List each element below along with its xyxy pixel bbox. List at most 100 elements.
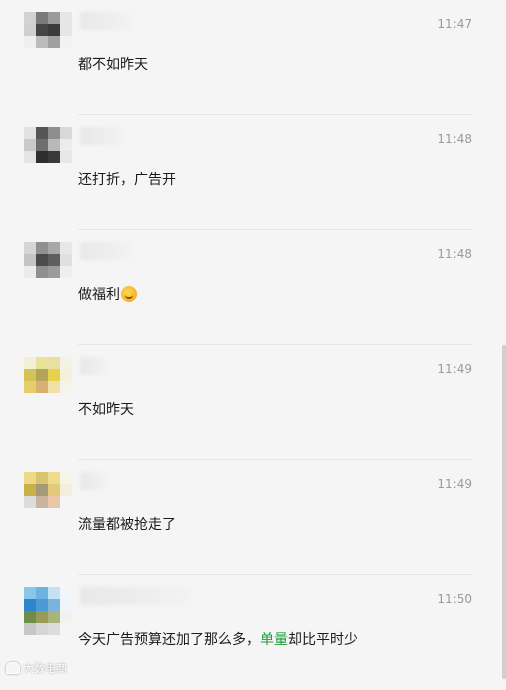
avatar-mosaic-cell [36,472,48,484]
avatar-mosaic-cell [24,48,36,60]
avatar-mosaic-cell [24,623,36,635]
message-time: 11:48 [437,247,472,261]
avatar-mosaic-cell [60,48,72,60]
avatar-mosaic-cell [36,393,48,405]
avatar-mosaic-cell [60,127,72,139]
avatar-mosaic-cell [60,484,72,496]
avatar-mosaic-cell [60,623,72,635]
avatar-mosaic-cell [24,278,36,290]
avatar-mosaic-cell [48,12,60,24]
avatar-mosaic-cell [60,508,72,520]
avatar-mosaic-cell [36,611,48,623]
chat-message: 11:48 还打折，广告开 [0,115,506,230]
avatar-mosaic-cell [48,472,60,484]
avatar-mosaic-cell [36,496,48,508]
message-text: 流量都被抢走了 [78,517,176,533]
weibo-icon [6,662,20,674]
avatar-mosaic-cell [36,508,48,520]
avatar-mosaic-cell [24,242,36,254]
sender-name-blurred [80,242,132,260]
avatar-mosaic-cell [48,266,60,278]
avatar[interactable] [24,242,72,290]
avatar-mosaic-cell [48,127,60,139]
sender-name-blurred [80,357,108,375]
chat-message: 11:50 今天广告预算还加了那么多，单量却比平时少 [0,575,506,690]
avatar-mosaic-cell [36,369,48,381]
avatar-mosaic-cell [24,599,36,611]
chat-message: 11:49 不如昨天 [0,345,506,460]
avatar-mosaic-cell [60,242,72,254]
avatar-mosaic-cell [48,36,60,48]
avatar-mosaic-cell [36,12,48,24]
avatar-mosaic-cell [60,254,72,266]
avatar-mosaic-cell [48,151,60,163]
avatar-mosaic-cell [24,254,36,266]
avatar[interactable] [24,127,72,175]
message-text-content: 做福利 [78,287,120,303]
chat-message-list: 11:47 都不如昨天 11:48 还打折，广告开 11:48 做福利 11:4… [0,0,506,679]
avatar-mosaic-cell [60,151,72,163]
avatar-mosaic-cell [36,357,48,369]
avatar-mosaic-cell [60,12,72,24]
avatar-mosaic-cell [36,278,48,290]
avatar-mosaic-cell [24,472,36,484]
scrollbar[interactable] [502,345,506,679]
avatar-mosaic-cell [60,496,72,508]
avatar-mosaic-cell [48,599,60,611]
avatar-mosaic-cell [60,24,72,36]
avatar-mosaic-cell [24,151,36,163]
avatar-mosaic-cell [60,393,72,405]
message-text-part: 却比平时少 [288,632,358,648]
avatar-mosaic-cell [36,381,48,393]
avatar-mosaic-cell [48,357,60,369]
avatar-mosaic-cell [60,472,72,484]
avatar-mosaic-cell [48,139,60,151]
avatar-mosaic-cell [60,587,72,599]
avatar-mosaic-cell [36,599,48,611]
avatar-mosaic-cell [48,381,60,393]
avatar-mosaic-cell [36,484,48,496]
avatar-mosaic-cell [60,369,72,381]
message-text: 做福利 [78,284,137,304]
avatar-mosaic-cell [36,623,48,635]
avatar[interactable] [24,587,72,635]
avatar-mosaic-cell [36,254,48,266]
avatar-mosaic-cell [24,357,36,369]
avatar-mosaic-cell [48,587,60,599]
avatar-mosaic-cell [36,163,48,175]
avatar-mosaic-cell [60,357,72,369]
chat-message: 11:49 流量都被抢走了 [0,460,506,575]
avatar-mosaic-cell [48,484,60,496]
message-text: 不如昨天 [78,402,134,418]
avatar[interactable] [24,472,72,520]
chat-message: 11:48 做福利 [0,230,506,345]
message-time: 11:49 [437,362,472,376]
highlighted-keyword[interactable]: 单量 [260,632,288,648]
avatar-mosaic-cell [24,587,36,599]
avatar[interactable] [24,12,72,60]
message-time: 11:47 [437,17,472,31]
avatar-mosaic-cell [48,623,60,635]
sender-name-blurred [80,472,108,490]
avatar-mosaic-cell [24,266,36,278]
avatar-mosaic-cell [24,127,36,139]
sender-name-blurred [80,587,192,605]
avatar-mosaic-cell [24,484,36,496]
chat-message: 11:47 都不如昨天 [0,0,506,115]
message-text: 还打折，广告开 [78,172,176,188]
avatar-mosaic-cell [24,381,36,393]
sender-name-blurred [80,127,124,145]
avatar-mosaic-cell [48,24,60,36]
avatar-mosaic-cell [60,381,72,393]
avatar-mosaic-cell [48,393,60,405]
avatar-mosaic-cell [48,242,60,254]
avatar-mosaic-cell [60,139,72,151]
avatar-mosaic-cell [48,163,60,175]
avatar-mosaic-cell [24,12,36,24]
avatar-mosaic-cell [36,127,48,139]
avatar-mosaic-cell [24,393,36,405]
message-time: 11:50 [437,592,472,606]
avatar-mosaic-cell [60,36,72,48]
avatar[interactable] [24,357,72,405]
avatar-mosaic-cell [48,611,60,623]
